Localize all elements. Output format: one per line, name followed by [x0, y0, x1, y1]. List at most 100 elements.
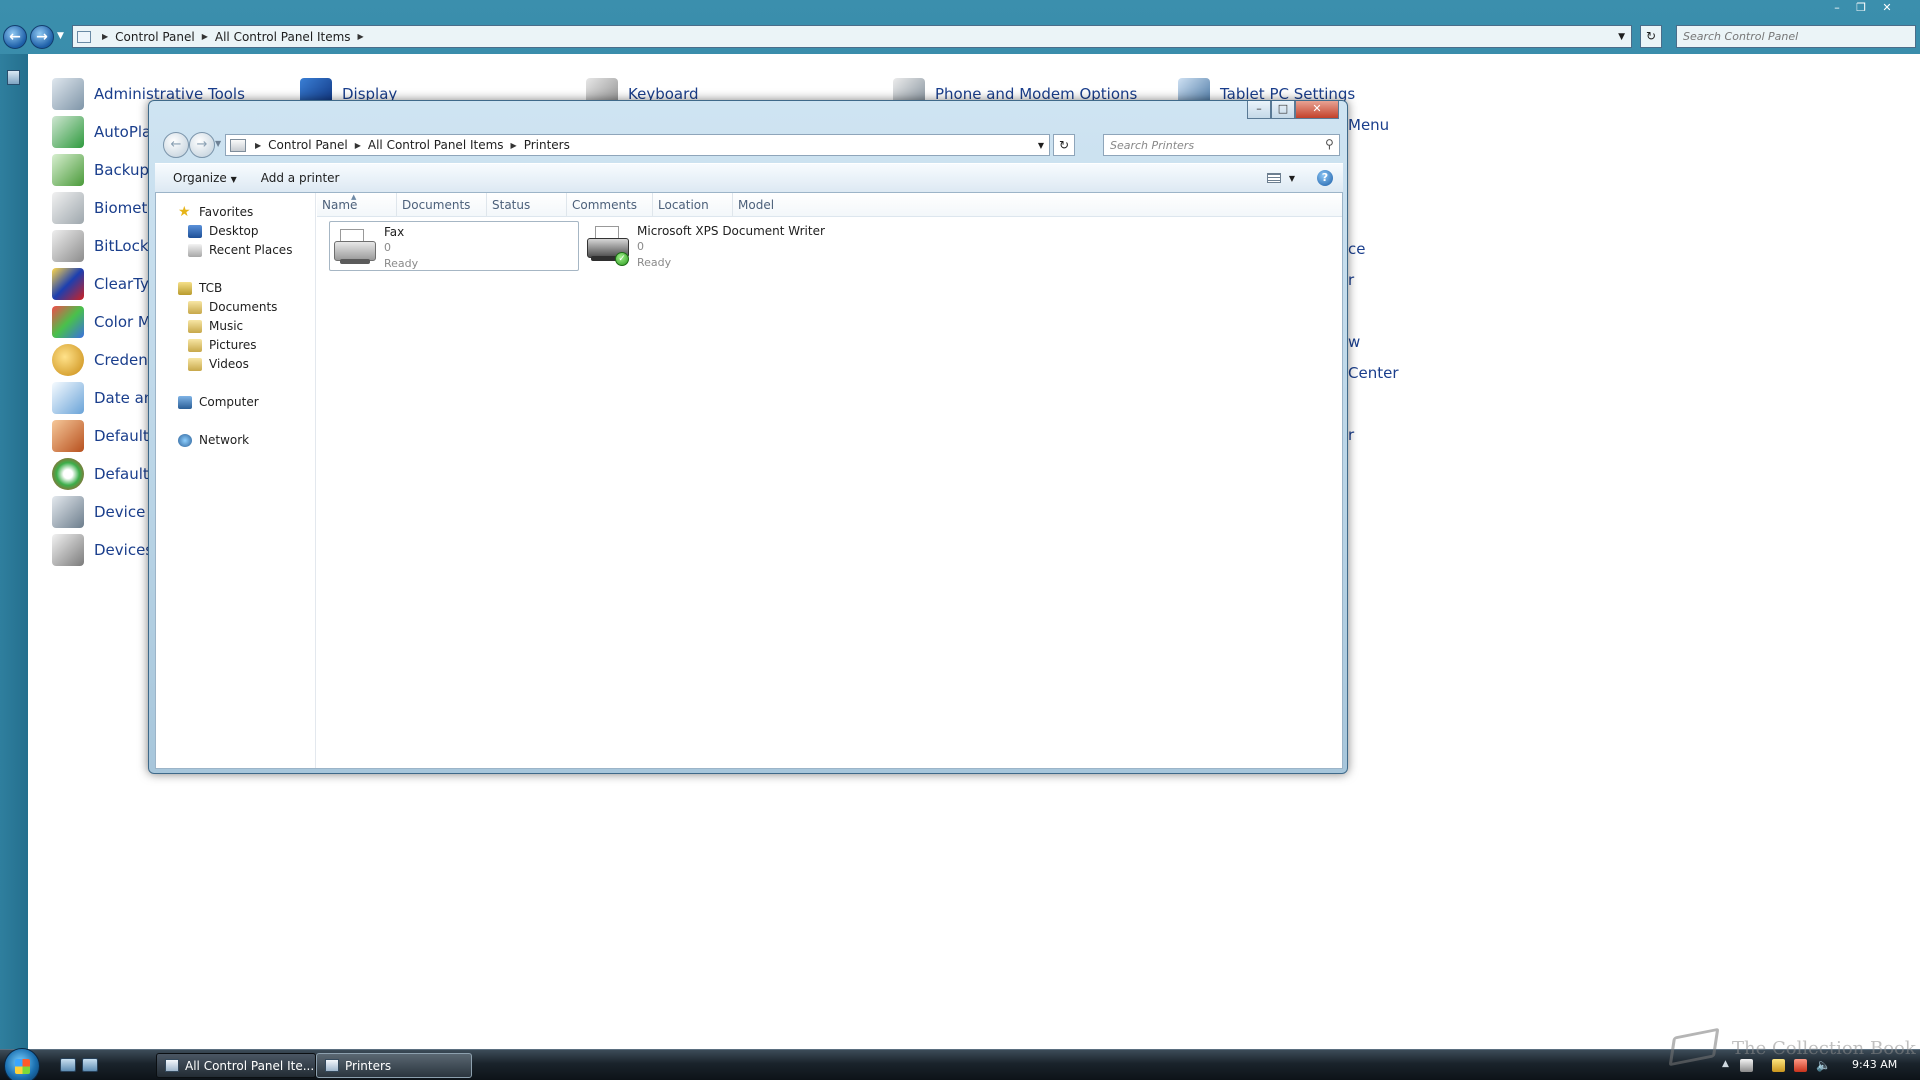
cp-item-date-time[interactable]: Date an: [52, 382, 153, 414]
column-comments[interactable]: Comments: [567, 193, 653, 217]
breadcrumb-arrow-icon: ▶: [357, 32, 364, 41]
bg-address-bar[interactable]: ▶ Control Panel ▶ All Control Panel Item…: [72, 25, 1632, 48]
search-icon[interactable]: ⚲: [1325, 137, 1334, 151]
tray-warning-icon[interactable]: [1772, 1059, 1785, 1072]
cp-item-credential-manager[interactable]: Credent: [52, 344, 154, 376]
bg-back-button[interactable]: ←: [3, 25, 27, 49]
nav-network[interactable]: Network: [178, 433, 249, 447]
printers-body: ★ Favorites Desktop Recent Places TCB Doc…: [155, 193, 1343, 769]
cp-item-bitlocker[interactable]: BitLocke: [52, 230, 157, 262]
column-status[interactable]: Status: [487, 193, 567, 217]
address-bar[interactable]: ▶ Control Panel ▶ All Control Panel Item…: [225, 134, 1050, 156]
start-button[interactable]: [4, 1048, 40, 1080]
nav-recent-places[interactable]: Recent Places: [188, 243, 292, 257]
clock[interactable]: 9:43 AM: [1852, 1058, 1897, 1071]
show-desktop-icon[interactable]: [60, 1058, 76, 1072]
side-panel-icon[interactable]: [7, 70, 20, 85]
switch-windows-icon[interactable]: [82, 1058, 98, 1072]
column-model[interactable]: Model: [733, 193, 813, 217]
breadcrumb-all-items[interactable]: All Control Panel Items: [368, 138, 504, 152]
cp-item-device-manager[interactable]: Device M: [52, 496, 163, 528]
maximize-button[interactable]: □: [1271, 101, 1295, 119]
nav-documents[interactable]: Documents: [188, 300, 277, 314]
nav-computer[interactable]: Computer: [178, 395, 259, 409]
column-name[interactable]: Name ▲: [317, 193, 397, 217]
search-input[interactable]: Search Printers: [1103, 134, 1340, 156]
back-button[interactable]: ←: [163, 132, 189, 158]
printer-documents: 0: [637, 240, 644, 253]
nav-videos[interactable]: Videos: [188, 357, 249, 371]
tray-app-icon[interactable]: [1740, 1059, 1753, 1072]
cp-item-cleartype[interactable]: ClearTy: [52, 268, 149, 300]
nav-desktop[interactable]: Desktop: [188, 224, 259, 238]
close-button[interactable]: ✕: [1295, 101, 1339, 119]
cp-item-autoplay[interactable]: AutoPla: [52, 116, 151, 148]
nav-user-tcb[interactable]: TCB: [178, 281, 222, 295]
cleartype-icon: [52, 268, 84, 300]
devices-printers-icon: [52, 534, 84, 566]
cp-item-fragment-w[interactable]: w: [1348, 333, 1360, 351]
forward-button[interactable]: →: [189, 132, 215, 158]
breadcrumb-control-panel[interactable]: Control Panel: [268, 138, 348, 152]
cp-item-fragment-menu[interactable]: Menu: [1348, 116, 1389, 134]
bitlocker-icon: [52, 230, 84, 262]
help-icon[interactable]: ?: [1317, 170, 1333, 186]
control-panel-icon: [165, 1059, 179, 1072]
chevron-down-icon[interactable]: ▼: [1038, 141, 1044, 150]
organize-button[interactable]: Organize ▼: [155, 171, 249, 185]
printer-name: Fax: [384, 225, 405, 239]
printer-xps-document-writer[interactable]: ✓ Microsoft XPS Document Writer 0 Ready: [583, 221, 843, 271]
cp-item-biometric[interactable]: Biometr: [52, 192, 154, 224]
bg-restore-button[interactable]: ❐: [1850, 1, 1872, 15]
show-hidden-icons-icon[interactable]: ▲: [1722, 1059, 1729, 1069]
bg-recent-pages-icon[interactable]: ▼: [57, 31, 64, 41]
fax-printer-icon: [334, 225, 378, 267]
command-bar: Organize ▼ Add a printer ▼ ?: [155, 163, 1343, 193]
bg-close-button[interactable]: ✕: [1876, 1, 1898, 15]
tray-network-icon[interactable]: [1794, 1059, 1807, 1072]
nav-music[interactable]: Music: [188, 319, 243, 333]
volume-icon[interactable]: 🔈: [1816, 1059, 1831, 1072]
column-location[interactable]: Location: [653, 193, 733, 217]
printers-folder-icon: [230, 138, 246, 152]
breadcrumb-arrow-icon: ▶: [510, 140, 517, 150]
add-printer-button[interactable]: Add a printer: [249, 171, 352, 185]
printer-fax-details: Fax 0 Ready: [384, 222, 418, 272]
cp-item-fragment-ce[interactable]: ce: [1348, 240, 1365, 258]
printer-xps-details: Microsoft XPS Document Writer 0 Ready: [637, 221, 825, 271]
cp-item-color-management[interactable]: Color M: [52, 306, 151, 338]
taskbar-button-printers[interactable]: Printers: [316, 1053, 472, 1078]
bg-forward-button[interactable]: →: [30, 25, 54, 49]
bg-refresh-icon[interactable]: ↻: [1640, 25, 1662, 48]
cp-item-default-location[interactable]: Default: [52, 420, 149, 452]
network-icon: [178, 433, 192, 447]
taskbar-button-control-panel[interactable]: All Control Panel Ite...: [156, 1053, 316, 1078]
cp-item-fragment-r[interactable]: r: [1348, 271, 1354, 289]
administrative-tools-icon: [52, 78, 84, 110]
nav-favorites[interactable]: ★ Favorites: [178, 203, 253, 220]
views-button[interactable]: ▼: [1266, 173, 1295, 183]
printers-list: Name ▲ Documents Status Comments Location…: [317, 193, 1342, 768]
cp-item-default-programs[interactable]: Default: [52, 458, 149, 490]
printers-titlebar[interactable]: – □ ✕: [149, 101, 1347, 129]
minimize-button[interactable]: –: [1247, 101, 1271, 119]
cp-item-backup[interactable]: Backup: [52, 154, 149, 186]
bg-minimize-button[interactable]: –: [1826, 1, 1848, 15]
refresh-icon[interactable]: ↻: [1053, 134, 1075, 156]
column-documents[interactable]: Documents: [397, 193, 487, 217]
bg-breadcrumb-all-items[interactable]: All Control Panel Items: [215, 30, 351, 44]
star-icon: ★: [178, 203, 191, 220]
breadcrumb-printers[interactable]: Printers: [524, 138, 570, 152]
default-programs-icon: [52, 458, 84, 490]
cp-item-fragment-r2[interactable]: r: [1348, 426, 1354, 444]
cp-item-fragment-center[interactable]: Center: [1348, 364, 1399, 382]
recent-pages-icon[interactable]: ▼: [215, 139, 221, 148]
column-header-row: Name ▲ Documents Status Comments Location…: [317, 193, 1342, 217]
nav-pictures[interactable]: Pictures: [188, 338, 257, 352]
chevron-down-icon[interactable]: ▼: [1618, 32, 1625, 42]
bg-search-input[interactable]: Search Control Panel: [1676, 25, 1916, 48]
bg-left-strip: [0, 54, 28, 1049]
cp-item-devices-printers[interactable]: Devices: [52, 534, 153, 566]
printer-fax[interactable]: Fax 0 Ready: [329, 221, 579, 271]
bg-breadcrumb-control-panel[interactable]: Control Panel: [115, 30, 195, 44]
